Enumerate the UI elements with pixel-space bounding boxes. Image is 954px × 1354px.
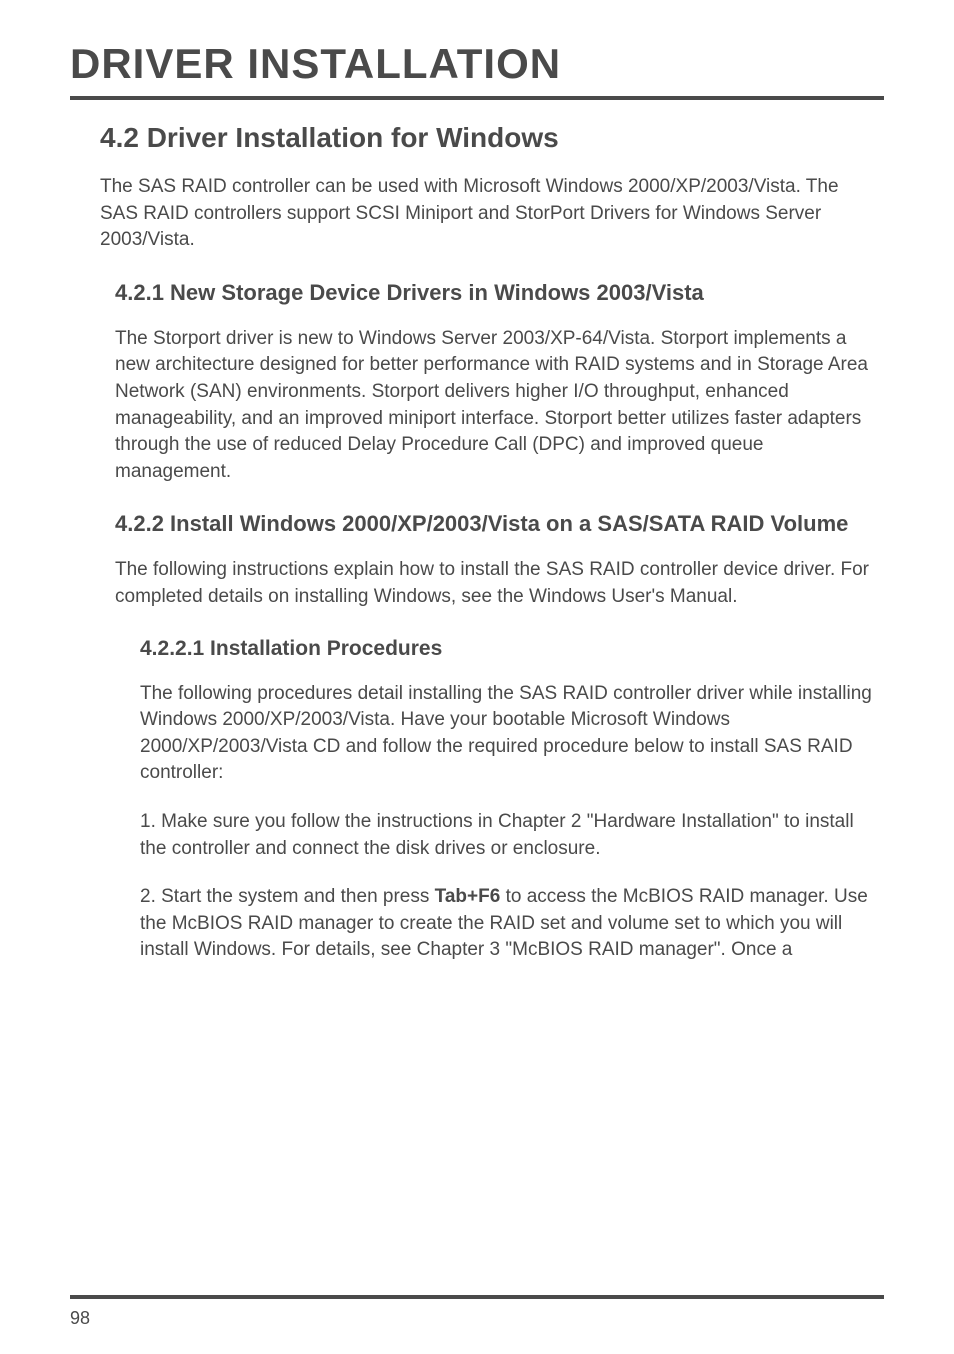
step-2-before: 2. Start the system and then press bbox=[140, 886, 435, 907]
subsubsection-heading: 4.2.2.1 Installation Procedures bbox=[140, 637, 884, 661]
subsection-2-heading: 4.2.2 Install Windows 2000/XP/2003/Vista… bbox=[115, 511, 874, 537]
step-2-keyboard-shortcut: Tab+F6 bbox=[435, 886, 501, 907]
section-heading: 4.2 Driver Installation for Windows bbox=[100, 122, 884, 154]
subsection-1-heading: 4.2.1 New Storage Device Drivers in Wind… bbox=[115, 280, 874, 306]
page-number: 98 bbox=[70, 1308, 90, 1329]
subsection-1-text: The Storport driver is new to Windows Se… bbox=[115, 326, 874, 486]
procedure-step-2: 2. Start the system and then press Tab+F… bbox=[140, 884, 874, 964]
footer-divider bbox=[70, 1295, 884, 1299]
procedure-step-1: 1. Make sure you follow the instructions… bbox=[140, 809, 874, 862]
procedure-intro: The following procedures detail installi… bbox=[140, 681, 874, 787]
title-divider bbox=[70, 96, 884, 100]
subsection-2-text: The following instructions explain how t… bbox=[115, 557, 874, 610]
section-intro-text: The SAS RAID controller can be used with… bbox=[100, 174, 874, 254]
page-title: DRIVER INSTALLATION bbox=[70, 40, 884, 88]
